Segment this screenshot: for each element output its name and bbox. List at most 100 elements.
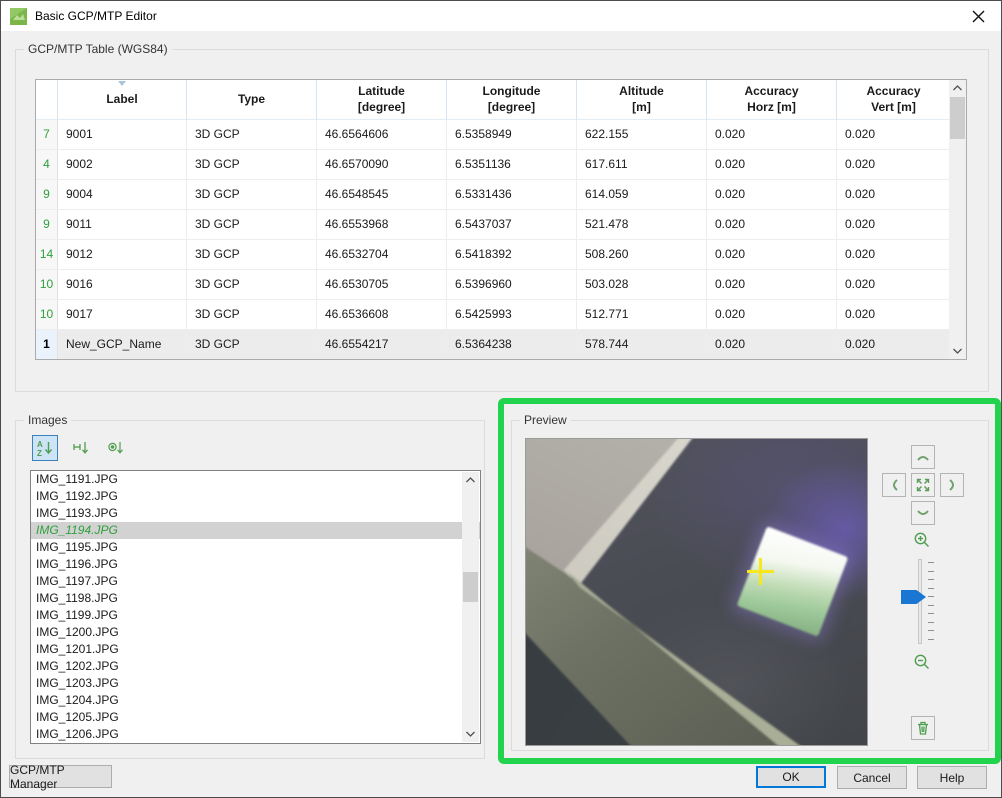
pan-up-button[interactable] bbox=[911, 445, 935, 469]
column-header-type[interactable]: Type bbox=[187, 80, 317, 120]
cell-longitude[interactable]: 6.5331436 bbox=[447, 180, 577, 209]
row-number[interactable]: 1 bbox=[36, 330, 58, 359]
cell-type[interactable]: 3D GCP bbox=[187, 210, 317, 239]
column-header-accuracy[interactable]: Accuracy Horz [m] bbox=[707, 80, 837, 120]
image-item-img-1198-jpg[interactable]: IMG_1198.JPG bbox=[31, 590, 480, 607]
pan-right-button[interactable] bbox=[940, 473, 964, 497]
gcp-row-9017[interactable]: 1090173D GCP46.65366086.5425993512.7710.… bbox=[36, 300, 966, 330]
image-item-img-1193-jpg[interactable]: IMG_1193.JPG bbox=[31, 505, 480, 522]
cell-type[interactable]: 3D GCP bbox=[187, 330, 317, 359]
image-item-img-1205-jpg[interactable]: IMG_1205.JPG bbox=[31, 709, 480, 726]
cell-latitude[interactable]: 46.6548545 bbox=[317, 180, 447, 209]
cell-label[interactable]: New_GCP_Name bbox=[58, 330, 187, 359]
sort-by-marked-button[interactable] bbox=[103, 435, 129, 461]
cell-accuracy-horz[interactable]: 0.020 bbox=[707, 180, 837, 209]
image-item-img-1200-jpg[interactable]: IMG_1200.JPG bbox=[31, 624, 480, 641]
pan-left-button[interactable] bbox=[882, 473, 906, 497]
cell-altitude[interactable]: 622.155 bbox=[577, 120, 707, 149]
cell-longitude[interactable]: 6.5396960 bbox=[447, 270, 577, 299]
image-item-img-1192-jpg[interactable]: IMG_1192.JPG bbox=[31, 488, 480, 505]
cell-accuracy-horz[interactable]: 0.020 bbox=[707, 210, 837, 239]
row-number[interactable]: 9 bbox=[36, 210, 58, 239]
column-header-label[interactable]: Label bbox=[58, 80, 187, 120]
cell-type[interactable]: 3D GCP bbox=[187, 240, 317, 269]
image-item-img-1194-jpg[interactable]: IMG_1194.JPG bbox=[31, 522, 480, 539]
cell-accuracy-vert[interactable]: 0.020 bbox=[837, 330, 951, 359]
cancel-button[interactable]: Cancel bbox=[837, 766, 907, 789]
image-item-img-1191-jpg[interactable]: IMG_1191.JPG bbox=[31, 471, 480, 488]
image-item-img-1203-jpg[interactable]: IMG_1203.JPG bbox=[31, 675, 480, 692]
cell-accuracy-horz[interactable]: 0.020 bbox=[707, 240, 837, 269]
gcp-row-9011[interactable]: 990113D GCP46.65539686.5437037521.4780.0… bbox=[36, 210, 966, 240]
cell-altitude[interactable]: 521.478 bbox=[577, 210, 707, 239]
cell-label[interactable]: 9002 bbox=[58, 150, 187, 179]
cell-altitude[interactable]: 508.260 bbox=[577, 240, 707, 269]
row-number[interactable]: 14 bbox=[36, 240, 58, 269]
help-button[interactable]: Help bbox=[917, 766, 987, 789]
cell-accuracy-vert[interactable]: 0.020 bbox=[837, 270, 951, 299]
cell-accuracy-horz[interactable]: 0.020 bbox=[707, 150, 837, 179]
cell-longitude[interactable]: 6.5351136 bbox=[447, 150, 577, 179]
gcp-row-9004[interactable]: 990043D GCP46.65485456.5331436614.0590.0… bbox=[36, 180, 966, 210]
image-item-img-1206-jpg[interactable]: IMG_1206.JPG bbox=[31, 726, 480, 743]
row-number[interactable]: 7 bbox=[36, 120, 58, 149]
cell-accuracy-vert[interactable]: 0.020 bbox=[837, 210, 951, 239]
cell-label[interactable]: 9011 bbox=[58, 210, 187, 239]
cell-label[interactable]: 9004 bbox=[58, 180, 187, 209]
center-view-button[interactable] bbox=[911, 473, 935, 497]
column-header-accuracy[interactable]: Accuracy Vert [m] bbox=[837, 80, 951, 120]
cell-label[interactable]: 9012 bbox=[58, 240, 187, 269]
ok-button[interactable]: OK bbox=[756, 766, 826, 788]
cell-latitude[interactable]: 46.6570090 bbox=[317, 150, 447, 179]
image-list-scrollbar-thumb[interactable] bbox=[463, 572, 478, 602]
cell-accuracy-horz[interactable]: 0.020 bbox=[707, 120, 837, 149]
image-item-img-1196-jpg[interactable]: IMG_1196.JPG bbox=[31, 556, 480, 573]
scroll-down-button[interactable] bbox=[949, 343, 966, 359]
sort-by-distance-button[interactable] bbox=[68, 435, 94, 461]
row-number[interactable]: 10 bbox=[36, 300, 58, 329]
image-list-scroll-down-button[interactable] bbox=[462, 726, 479, 742]
cell-latitude[interactable]: 46.6554217 bbox=[317, 330, 447, 359]
cell-latitude[interactable]: 46.6532704 bbox=[317, 240, 447, 269]
cell-type[interactable]: 3D GCP bbox=[187, 150, 317, 179]
gcp-row-new-gcp-name[interactable]: 1New_GCP_Name3D GCP46.65542176.536423857… bbox=[36, 330, 966, 360]
table-scrollbar-thumb[interactable] bbox=[950, 97, 965, 139]
cell-altitude[interactable]: 617.611 bbox=[577, 150, 707, 179]
cell-longitude[interactable]: 6.5425993 bbox=[447, 300, 577, 329]
cell-label[interactable]: 9017 bbox=[58, 300, 187, 329]
column-header-altitude[interactable]: Altitude [m] bbox=[577, 80, 707, 120]
cell-latitude[interactable]: 46.6536608 bbox=[317, 300, 447, 329]
zoom-in-icon[interactable] bbox=[912, 530, 932, 550]
cell-altitude[interactable]: 614.059 bbox=[577, 180, 707, 209]
cell-longitude[interactable]: 6.5437037 bbox=[447, 210, 577, 239]
row-number[interactable]: 9 bbox=[36, 180, 58, 209]
cell-longitude[interactable]: 6.5358949 bbox=[447, 120, 577, 149]
cell-altitude[interactable]: 503.028 bbox=[577, 270, 707, 299]
cell-altitude[interactable]: 578.744 bbox=[577, 330, 707, 359]
cell-type[interactable]: 3D GCP bbox=[187, 270, 317, 299]
cell-accuracy-vert[interactable]: 0.020 bbox=[837, 120, 951, 149]
table-vertical-scrollbar[interactable] bbox=[949, 80, 966, 359]
cell-latitude[interactable]: 46.6553968 bbox=[317, 210, 447, 239]
pan-down-button[interactable] bbox=[911, 501, 935, 525]
cell-latitude[interactable]: 46.6530705 bbox=[317, 270, 447, 299]
image-item-img-1199-jpg[interactable]: IMG_1199.JPG bbox=[31, 607, 480, 624]
zoom-slider-handle[interactable] bbox=[901, 590, 926, 604]
cell-accuracy-horz[interactable]: 0.020 bbox=[707, 330, 837, 359]
gcp-row-9012[interactable]: 1490123D GCP46.65327046.5418392508.2600.… bbox=[36, 240, 966, 270]
column-header-longitude[interactable]: Longitude [degree] bbox=[447, 80, 577, 120]
image-item-img-1204-jpg[interactable]: IMG_1204.JPG bbox=[31, 692, 480, 709]
image-list-scrollbar[interactable] bbox=[462, 472, 479, 742]
cell-type[interactable]: 3D GCP bbox=[187, 300, 317, 329]
cell-longitude[interactable]: 6.5364238 bbox=[447, 330, 577, 359]
column-header-latitude[interactable]: Latitude [degree] bbox=[317, 80, 447, 120]
cell-type[interactable]: 3D GCP bbox=[187, 120, 317, 149]
cell-accuracy-vert[interactable]: 0.020 bbox=[837, 150, 951, 179]
remove-mark-button[interactable] bbox=[911, 716, 935, 740]
image-list[interactable]: IMG_1191.JPGIMG_1192.JPGIMG_1193.JPGIMG_… bbox=[30, 470, 481, 744]
cell-accuracy-horz[interactable]: 0.020 bbox=[707, 270, 837, 299]
cell-label[interactable]: 9016 bbox=[58, 270, 187, 299]
cell-longitude[interactable]: 6.5418392 bbox=[447, 240, 577, 269]
cell-accuracy-horz[interactable]: 0.020 bbox=[707, 300, 837, 329]
cell-latitude[interactable]: 46.6564606 bbox=[317, 120, 447, 149]
